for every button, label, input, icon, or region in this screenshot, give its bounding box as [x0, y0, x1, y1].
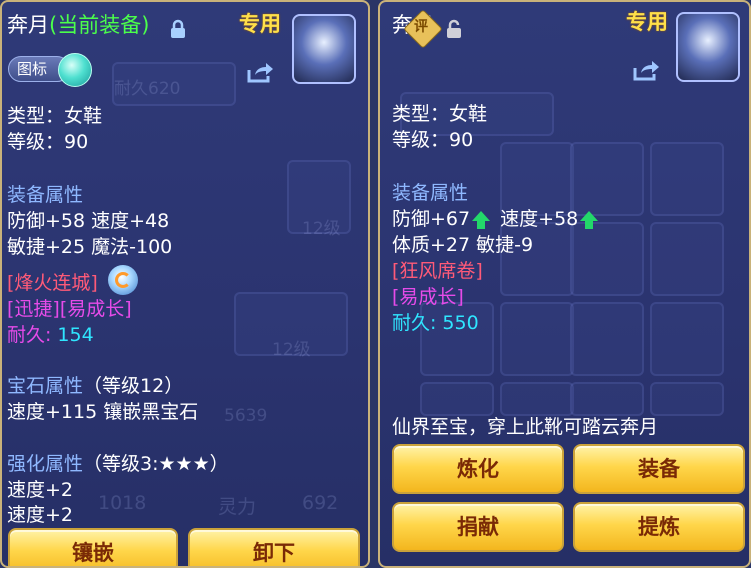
gem-level: （等级12）	[83, 375, 184, 397]
attr-line: 敏捷+25 魔法-100	[7, 236, 173, 258]
item-level: 等级：90	[7, 131, 89, 153]
bg-stat-right: 692	[302, 492, 339, 514]
attr-line: 体质+27 敏捷-9	[392, 234, 534, 256]
durability-value: 154	[57, 324, 94, 346]
unequip-button[interactable]: 卸下	[188, 528, 360, 566]
enhance-attr-heading: 强化属性	[7, 453, 84, 475]
equip-button[interactable]: 装备	[573, 444, 745, 494]
bg-slot	[570, 302, 644, 376]
increase-arrow-icon	[580, 211, 599, 229]
durability-line: 耐久: 550	[392, 311, 479, 336]
item-portrait	[292, 14, 356, 84]
gem-attr-line: 宝石属性（等级12）	[7, 374, 183, 399]
exclusive-label: 专用	[626, 10, 668, 34]
durability-line: 耐久: 154	[7, 323, 94, 348]
durability-label: 耐久:	[392, 312, 437, 334]
attr-line: 防御+67 速度+58	[392, 207, 599, 232]
bg-slot	[570, 382, 644, 416]
bg-slot	[500, 302, 574, 376]
refresh-arc	[115, 272, 131, 288]
increase-arrow-icon	[472, 211, 491, 229]
special-skill: [烽火连城]	[7, 272, 98, 294]
extract-button[interactable]: 提炼	[573, 502, 745, 552]
attr-speed: 速度+58	[500, 208, 579, 230]
durability-value: 550	[442, 312, 479, 334]
unlock-icon	[447, 19, 461, 38]
attr-defense: 防御+67	[392, 208, 471, 230]
bg-slot	[650, 302, 724, 376]
durability-label: 耐久:	[7, 324, 52, 346]
gem-attr-value: 速度+115 镶嵌黑宝石	[7, 401, 199, 423]
exclusive-label: 专用	[239, 12, 281, 36]
attr-line: 防御+58 速度+48	[7, 210, 170, 232]
gem-attr-heading: 宝石属性	[7, 375, 84, 397]
bg-slot	[650, 382, 724, 416]
bg-level-text: 12级	[302, 219, 341, 239]
bg-level-text: 12级	[272, 340, 311, 360]
current-item-panel: 耐久620 12级 12级 5639 1018 灵力 692 奔月(当前装备) …	[0, 0, 370, 568]
item-name-line: 奔月(当前装备)	[7, 13, 149, 38]
item-level: 等级：90	[392, 129, 474, 151]
equip-attr-heading: 装备属性	[392, 182, 469, 204]
item-description: 仙界至宝，穿上此靴可踏云奔月	[392, 416, 659, 438]
rating-icon-label: 评	[414, 19, 428, 35]
special-skill: [狂风席卷]	[392, 260, 483, 282]
lock-icon	[171, 19, 185, 38]
bg-slot	[650, 142, 724, 216]
bg-slot	[650, 222, 724, 296]
equip-attr-heading: 装备属性	[7, 184, 84, 206]
bg-slot	[500, 142, 574, 216]
enhance-attr-value: 速度+2	[7, 504, 74, 526]
special-effects: [迅捷][易成长]	[7, 298, 132, 320]
enhance-level: （等级3:★★★）	[83, 453, 229, 475]
special-effects: [易成长]	[392, 286, 464, 308]
item-name: 奔月	[7, 13, 49, 37]
enhance-attr-value: 速度+2	[7, 479, 74, 501]
item-type: 类型：女鞋	[7, 105, 103, 127]
bg-stat-left: 1018	[98, 492, 147, 514]
inlay-button[interactable]: 镶嵌	[8, 528, 178, 566]
donate-button[interactable]: 捐献	[392, 502, 564, 552]
item-type: 类型：女鞋	[392, 103, 488, 125]
bg-slot	[570, 142, 644, 216]
share-icon[interactable]	[246, 60, 274, 84]
bg-spirit-text: 灵力	[218, 496, 257, 518]
item-portrait	[676, 12, 740, 82]
refine-button[interactable]: 炼化	[392, 444, 564, 494]
bg-slot	[500, 382, 574, 416]
orb-icon	[58, 53, 92, 87]
bg-slot	[420, 382, 494, 416]
bg-slot	[570, 222, 644, 296]
bg-num-text: 5639	[224, 406, 268, 426]
bg-durability-text: 耐久620	[114, 79, 181, 99]
enhance-attr-line: 强化属性（等级3:★★★）	[7, 452, 229, 477]
share-icon[interactable]	[632, 58, 660, 82]
current-equipped-tag: (当前装备)	[49, 13, 150, 37]
